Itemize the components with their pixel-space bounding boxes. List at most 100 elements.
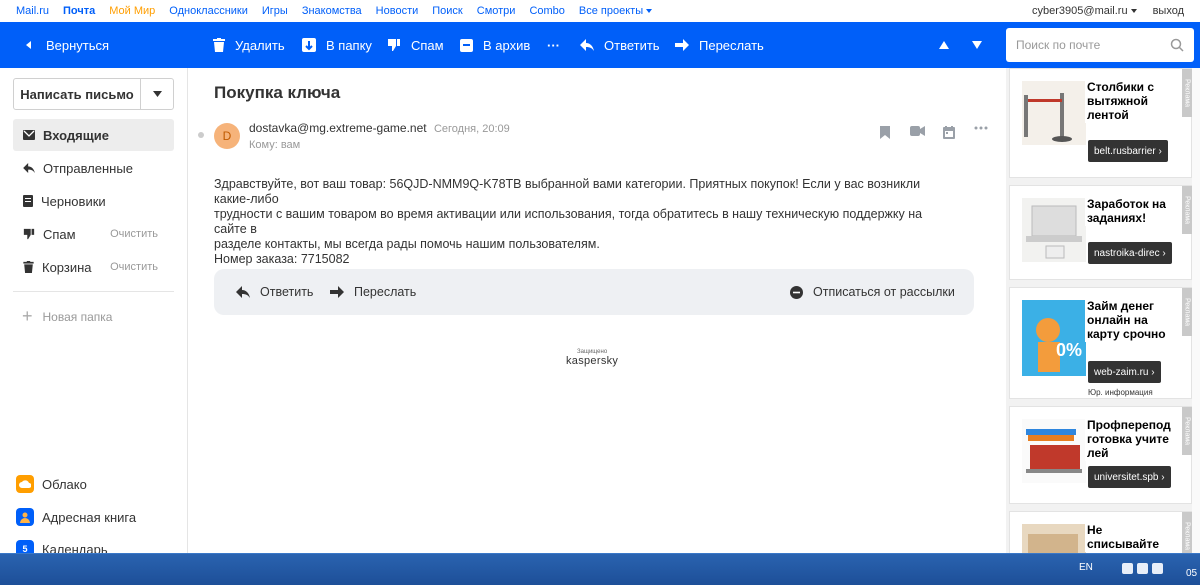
kaspersky-protection-badge: Защищено kaspersky (566, 349, 618, 367)
taskbar-clock[interactable]: 05 (1186, 568, 1197, 579)
folder-drafts[interactable]: Черновики (13, 185, 174, 217)
minus-circle-icon (790, 285, 803, 299)
forward-label: Переслать (699, 37, 764, 53)
triangle-down-icon (972, 41, 982, 49)
mail-search-box (1006, 28, 1194, 62)
ads-scrollbar[interactable] (1192, 68, 1200, 553)
logout-link[interactable]: выход (1153, 5, 1184, 17)
body-line-order-number: Номер заказа: 7715082 (214, 252, 350, 266)
folder-inbox[interactable]: Входящие (13, 119, 174, 151)
cloud-icon (16, 475, 34, 493)
search-icon[interactable] (1170, 38, 1184, 52)
delete-label: Удалить (235, 37, 285, 53)
previous-message-button[interactable] (939, 22, 959, 68)
service-cloud[interactable]: Облако (16, 475, 87, 493)
forward-button[interactable]: Переслать (675, 22, 764, 68)
ad-card[interactable]: 0% Займ денег онлайн на карту срочно web… (1009, 287, 1192, 399)
new-folder-button[interactable]: + Новая папка (22, 306, 112, 327)
delete-button[interactable]: Удалить (213, 22, 285, 68)
quick-reply-button[interactable]: Ответить (236, 269, 313, 315)
ad-link-button[interactable]: belt.rusbarrier › (1088, 140, 1168, 162)
mail-toolbar: Вернуться Удалить В папку Спам В архив ·… (0, 22, 1200, 68)
ad-title: Займ денег онлайн на карту срочно (1085, 298, 1175, 342)
calendar-event-icon[interactable] (933, 126, 965, 139)
quick-forward-button[interactable]: Переслать (330, 269, 416, 315)
user-email: cyber3905@mail.ru (1032, 5, 1128, 17)
folder-spam[interactable]: Спам Очистить (13, 218, 174, 250)
portal-link-search[interactable]: Поиск (432, 5, 462, 17)
flag-icon[interactable] (1122, 563, 1133, 574)
ad-image-percent: 0% (1056, 340, 1083, 360)
more-actions-button[interactable]: ··· (547, 22, 560, 68)
reply-button[interactable]: Ответить (580, 22, 660, 68)
ad-label: Реклама (1182, 407, 1192, 455)
ad-label: Реклама (1182, 186, 1192, 234)
spam-label: Спам (411, 37, 444, 53)
bookmark-icon[interactable] (869, 126, 901, 139)
clear-spam-link[interactable]: Очистить (110, 228, 158, 240)
reply-arrow-icon (23, 163, 35, 173)
message-date: Сегодня, 20:09 (433, 123, 510, 135)
archive-button[interactable]: В архив (460, 22, 530, 68)
sidebar: Написать письмо Входящие Отправленные Че… (0, 68, 188, 558)
ad-link-button[interactable]: web-zaim.ru › (1088, 361, 1161, 383)
message-body: Здравствуйте, вот ваш товар: 56QJD-NMM9Q… (214, 177, 954, 267)
ad-image-barrier (1022, 81, 1086, 145)
portal-link-mail[interactable]: Почта (63, 5, 95, 17)
read-status-dot[interactable] (198, 132, 204, 138)
ad-title: Профпереподготовка учителей (1085, 417, 1175, 461)
ad-link-button[interactable]: nastroika-direc › (1088, 242, 1172, 264)
more-dots-icon[interactable] (965, 126, 997, 139)
message-subject: Покупка ключа (214, 83, 341, 102)
volume-icon[interactable] (1152, 563, 1163, 574)
portal-link-ok[interactable]: Одноклассники (169, 5, 248, 17)
compose-dropdown-button[interactable] (141, 79, 173, 109)
folder-label: Входящие (43, 127, 109, 143)
next-message-button[interactable] (972, 22, 992, 68)
video-camera-icon[interactable] (901, 126, 933, 139)
folder-trash[interactable]: Корзина Очистить (13, 251, 174, 283)
portal-link-dating[interactable]: Знакомства (302, 5, 362, 17)
ad-label: Реклама (1182, 69, 1192, 117)
portal-link-my-world[interactable]: Мой Мир (109, 5, 155, 17)
language-indicator[interactable]: EN (1079, 562, 1093, 573)
spam-button[interactable]: Спам (387, 22, 444, 68)
clear-trash-link[interactable]: Очистить (110, 261, 158, 273)
message-action-icons (869, 126, 997, 139)
network-icon[interactable] (1137, 563, 1148, 574)
back-button[interactable]: Вернуться (24, 22, 109, 68)
folder-label: Корзина (42, 259, 92, 275)
mail-search-input[interactable] (1016, 38, 1166, 52)
unsubscribe-button[interactable]: Отписаться от рассылки (790, 269, 955, 315)
portal-link-news[interactable]: Новости (376, 5, 419, 17)
sender-address[interactable]: dostavka@mg.extreme-game.net (249, 121, 427, 135)
sender-avatar[interactable]: D (214, 123, 240, 149)
ad-card[interactable]: Не списывайте Реклама (1009, 511, 1192, 553)
portal-link-all-projects[interactable]: Все проекты (579, 5, 653, 17)
ad-card[interactable]: Столбики с вытяжной лентой belt.rusbarri… (1009, 68, 1192, 178)
ad-link-button[interactable]: universitet.spb › (1088, 466, 1171, 488)
user-account-menu[interactable]: cyber3905@mail.ru (1032, 5, 1137, 17)
compose-button[interactable]: Написать письмо (14, 79, 141, 109)
portal-link-mailru[interactable]: Mail.ru (16, 5, 49, 17)
portal-link-combo[interactable]: Combo (529, 5, 564, 17)
reply-label: Ответить (604, 37, 660, 53)
folder-label: Отправленные (43, 160, 133, 176)
thumb-down-icon (23, 228, 35, 240)
ad-title: Столбики с вытяжной лентой (1085, 79, 1175, 123)
service-label: Адресная книга (42, 509, 137, 525)
ad-link-label: web-zaim.ru (1094, 366, 1149, 378)
forward-arrow-icon (330, 286, 344, 298)
ad-card[interactable]: Заработок на заданиях! nastroika-direc ›… (1009, 185, 1192, 280)
more-dots-icon: ··· (547, 37, 560, 53)
portal-link-games[interactable]: Игры (262, 5, 288, 17)
portal-link-watch[interactable]: Смотри (477, 5, 516, 17)
move-to-folder-button[interactable]: В папку (302, 22, 372, 68)
chevron-down-icon (1130, 9, 1137, 14)
ad-card[interactable]: Профпереподготовка учителей universitet.… (1009, 406, 1192, 504)
move-to-folder-label: В папку (326, 37, 372, 53)
ad-image-paper (1022, 524, 1086, 553)
service-address-book[interactable]: Адресная книга (16, 508, 136, 526)
ad-legal-info[interactable]: Юр. информация (1088, 388, 1153, 397)
folder-sent[interactable]: Отправленные (13, 152, 174, 184)
